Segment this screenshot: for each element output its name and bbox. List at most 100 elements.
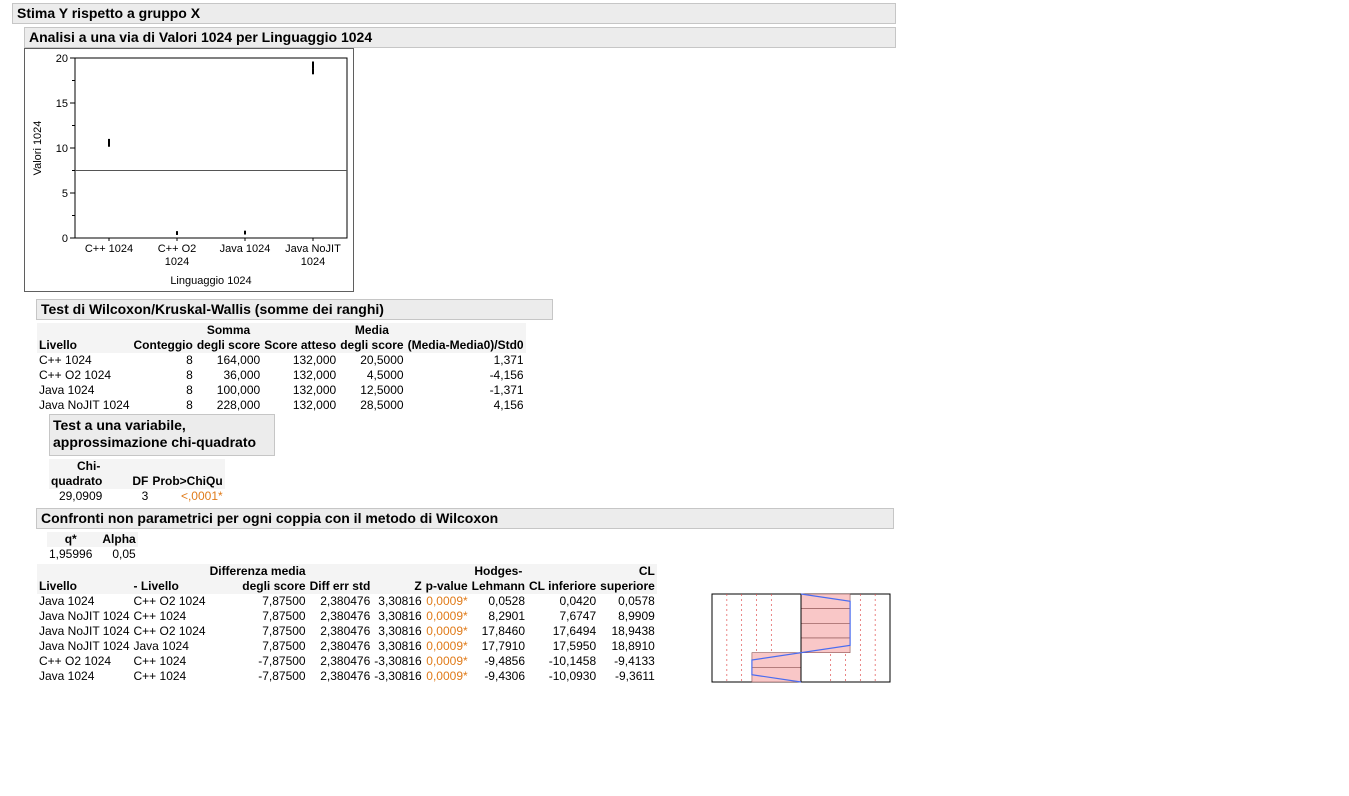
- x-tick-label: Java NoJIT: [285, 243, 341, 255]
- cell-somma: 164,000: [216, 353, 261, 367]
- table-row: Java NoJIT 1024 C++ 1024 7,87500 2,38047…: [37, 609, 657, 624]
- cell-meno-livello: C++ 1024: [133, 669, 187, 683]
- z-bar: [751, 652, 802, 668]
- cell-err: 2,380476: [320, 654, 371, 668]
- chisq-title-line2: approssimazione chi-quadrato: [53, 434, 257, 450]
- cell-diff: 7,87500: [262, 594, 306, 608]
- table-row: Java 1024 8 100,000 132,000 12,5000 -1,3…: [37, 383, 526, 398]
- cell-z: 3,30816: [378, 639, 422, 653]
- cell-meno-livello: C++ O2 1024: [133, 624, 206, 638]
- cell-std: 4,156: [493, 398, 524, 412]
- cell-atteso: 132,000: [292, 398, 337, 412]
- cell-q: 1,95996: [49, 547, 93, 561]
- data-point: [312, 66, 314, 68]
- z-bar: [800, 623, 851, 639]
- cell-media: 12,5000: [360, 383, 404, 397]
- y-tick-label: 5: [62, 188, 68, 200]
- col-header-cl-sup-line2: superiore: [598, 579, 657, 594]
- cell-livello: C++ 1024: [39, 353, 92, 367]
- col-header-chi-line2: quadrato: [49, 474, 105, 489]
- data-point: [312, 70, 314, 73]
- wilcoxon-title: Test di Wilcoxon/Kruskal-Wallis (somme d…: [41, 301, 384, 317]
- col-header-q: q*: [47, 532, 101, 547]
- chisq-header[interactable]: Test a una variabile, approssimazione ch…: [49, 414, 275, 456]
- x-tick-label: Java 1024: [220, 243, 271, 255]
- table-row: C++ O2 1024 C++ 1024 -7,87500 2,380476 -…: [37, 654, 657, 669]
- q-alpha-table: q* Alpha 1,95996 0,05: [47, 532, 138, 562]
- z-bar: [800, 608, 851, 624]
- cell-z: 3,30816: [378, 594, 422, 608]
- x-tick-label: 1024: [165, 256, 189, 268]
- report-title-header[interactable]: Stima Y rispetto a gruppo X: [12, 3, 896, 24]
- analysis-header[interactable]: Analisi a una via di Valori 1024 per Lin…: [24, 27, 896, 48]
- cell-hl: 0,0528: [488, 594, 526, 608]
- cell-std: -1,371: [489, 383, 524, 397]
- cell-diff: 7,87500: [262, 609, 306, 623]
- plot-area: [74, 57, 348, 239]
- data-point: [312, 63, 314, 66]
- col-header-spacer: [423, 564, 470, 579]
- cell-livello: C++ O2 1024: [39, 654, 112, 668]
- cell-cl-inf: -10,1458: [548, 654, 597, 668]
- pairwise-table: Differenza media Hodges- CL Livello - Li…: [37, 564, 657, 684]
- col-header-hl-line1: Hodges-: [469, 564, 528, 579]
- wilcoxon-header[interactable]: Test di Wilcoxon/Kruskal-Wallis (somme d…: [36, 299, 553, 320]
- cell-diff: 7,87500: [262, 639, 306, 653]
- col-header-diff-line2: degli score: [207, 579, 308, 594]
- col-header-spacer: [372, 564, 424, 579]
- table-row: 1,95996 0,05: [47, 547, 138, 562]
- cell-z: 3,30816: [378, 624, 422, 638]
- col-header-err: Diff err std: [307, 579, 373, 594]
- cell-z: 3,30816: [378, 609, 422, 623]
- col-header-media-line1: Media: [338, 323, 406, 338]
- pairwise-header[interactable]: Confronti non parametrici per ogni coppi…: [36, 508, 894, 529]
- z-bar: [800, 593, 851, 609]
- y-tick-label: 20: [56, 53, 68, 65]
- col-header-z: Z: [372, 579, 424, 594]
- cell-z: -3,30816: [374, 669, 422, 683]
- col-header-df: DF: [104, 474, 151, 489]
- report-title: Stima Y rispetto a gruppo X: [17, 5, 201, 21]
- col-header-spacer: [104, 459, 151, 474]
- cell-livello: Java NoJIT 1024: [39, 639, 130, 653]
- col-header-conteggio: Conteggio: [131, 338, 195, 353]
- cell-conteggio: 8: [186, 368, 193, 382]
- z-bar: [751, 667, 802, 683]
- table-row: Java NoJIT 1024 Java 1024 7,87500 2,3804…: [37, 639, 657, 654]
- col-header-spacer: [307, 564, 373, 579]
- cell-pvalue: 0,0009*: [426, 669, 468, 683]
- cell-meno-livello: C++ 1024: [133, 609, 187, 623]
- x-tick-label: 1024: [301, 256, 325, 268]
- col-header-spacer: [527, 564, 599, 579]
- table-row: Java NoJIT 1024 C++ O2 1024 7,87500 2,38…: [37, 624, 657, 639]
- col-header-somma-line1: Somma: [194, 323, 263, 338]
- data-point: [176, 231, 178, 234]
- cell-diff: -7,87500: [258, 654, 306, 668]
- cell-conteggio: 8: [186, 383, 193, 397]
- data-point: [312, 68, 314, 71]
- cell-cl-inf: 7,6747: [559, 609, 597, 623]
- chisq-title-line1: Test a una variabile,: [53, 417, 186, 433]
- cell-livello: Java 1024: [39, 669, 95, 683]
- col-header-cl-sup-line1: CL: [598, 564, 657, 579]
- cell-media: 28,5000: [360, 398, 404, 412]
- x-tick-label: C++ 1024: [85, 243, 133, 255]
- cell-conteggio: 8: [186, 398, 193, 412]
- col-header-alpha: Alpha: [100, 532, 138, 547]
- col-header-chi-line1: Chi-: [49, 459, 105, 474]
- table-row: 29,0909 3 <,0001*: [49, 489, 225, 504]
- table-row: C++ O2 1024 8 36,000 132,000 4,5000 -4,1…: [37, 368, 526, 383]
- col-header-spacer: [131, 323, 195, 338]
- cell-livello: Java 1024: [39, 383, 95, 397]
- cell-somma: 36,000: [223, 368, 261, 382]
- col-header-spacer: [37, 323, 132, 338]
- y-tick-label: 10: [56, 143, 68, 155]
- col-header-diff-line1: Differenza media: [207, 564, 308, 579]
- table-row: Java NoJIT 1024 8 228,000 132,000 28,500…: [37, 398, 526, 413]
- cell-cl-inf: -10,0930: [548, 669, 597, 683]
- col-header-livello: Livello: [37, 579, 132, 594]
- oneway-chart-frame: 0 5 10 15 20 Valori 1024 C++ 1024 C++ O2 1024 Jav…: [24, 48, 354, 292]
- cell-df: 3: [141, 489, 149, 503]
- analysis-title: Analisi a una via di Valori 1024 per Lin…: [29, 29, 373, 45]
- y-tick-label: 0: [62, 233, 68, 245]
